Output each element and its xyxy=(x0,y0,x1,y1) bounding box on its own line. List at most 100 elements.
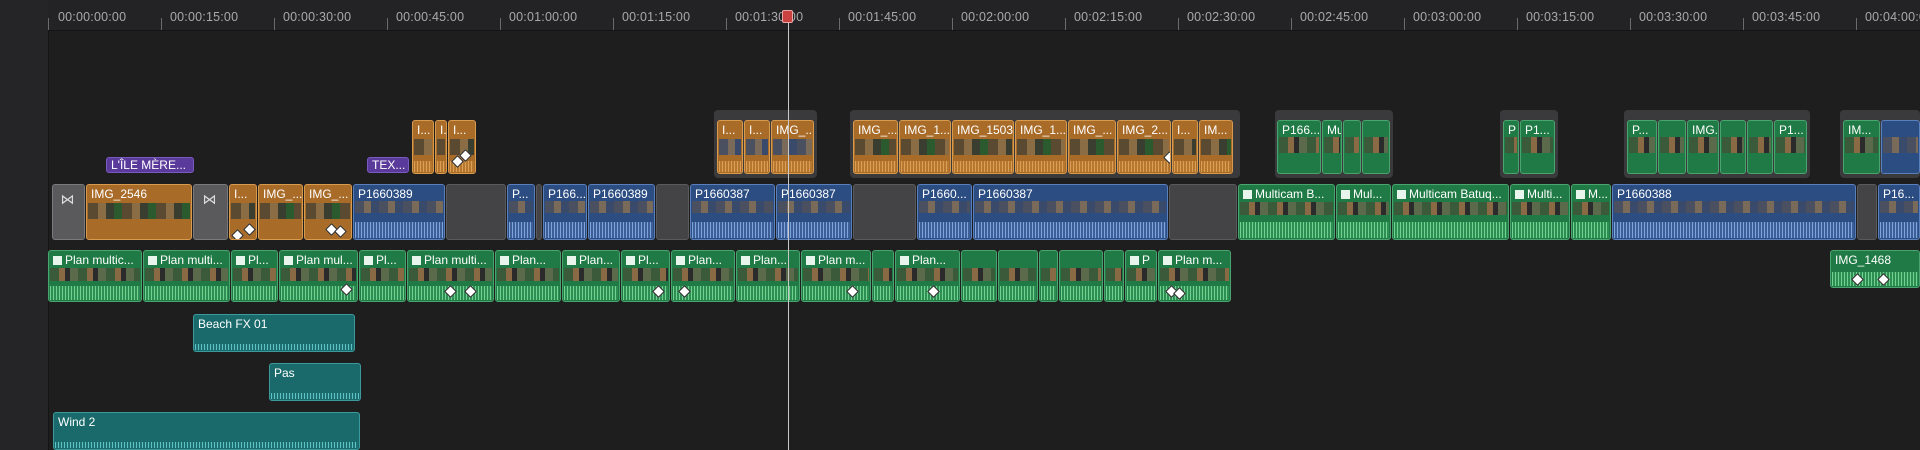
connected-audio-clip[interactable]: Pl... xyxy=(621,250,670,302)
multicam-icon xyxy=(741,256,750,265)
title-clip[interactable]: TEX... xyxy=(367,157,409,173)
connected-audio-clip[interactable]: Plan mul... xyxy=(279,250,358,302)
connected-clip[interactable]: I... xyxy=(744,120,770,174)
connected-audio-clip[interactable]: Plan... xyxy=(671,250,735,302)
clip-label: IMG_... xyxy=(858,123,898,137)
connected-clip[interactable]: IMG... xyxy=(1687,120,1719,174)
connected-audio-clip[interactable] xyxy=(1104,250,1124,302)
playhead-handle[interactable] xyxy=(782,10,793,23)
connected-clip[interactable]: I... xyxy=(1172,120,1198,174)
connected-clip[interactable]: P1... xyxy=(1774,120,1807,174)
connected-clip[interactable]: IMG_1503 xyxy=(952,120,1014,174)
connected-audio-clip[interactable] xyxy=(961,250,997,302)
connected-audio-clip[interactable]: Pl... xyxy=(231,250,278,302)
transition[interactable]: ⋈ xyxy=(52,184,85,240)
gap-clip[interactable] xyxy=(536,184,542,240)
ruler-label: 00:01:15:00 xyxy=(622,10,691,24)
transition-icon: ⋈ xyxy=(202,191,217,207)
sound-effect-clip[interactable]: Beach FX 01 xyxy=(193,314,355,352)
connected-clip[interactable] xyxy=(1720,120,1746,174)
transition[interactable]: ⋈ xyxy=(193,184,228,240)
storyline-clip[interactable]: P1660389 xyxy=(353,184,445,240)
connected-clip[interactable] xyxy=(1658,120,1686,174)
storyline-clip[interactable]: IMG_2546 xyxy=(86,184,192,240)
multicam-clip[interactable]: M... xyxy=(1571,184,1611,240)
connected-audio-clip[interactable]: Plan m... xyxy=(801,250,871,302)
sound-effect-clip[interactable]: Pas xyxy=(269,363,361,401)
storyline-clip[interactable]: IMG_... xyxy=(304,184,352,240)
sound-effect-clip[interactable]: Wind 2 xyxy=(53,412,360,450)
connected-clip[interactable]: P xyxy=(1503,120,1519,174)
connected-audio-clip[interactable]: Plan multic... xyxy=(48,250,142,302)
connected-audio-clip[interactable] xyxy=(872,250,894,302)
connected-clip[interactable]: P... xyxy=(1627,120,1657,174)
clip-label-text: Plan multi... xyxy=(160,253,223,267)
ruler-tick xyxy=(726,18,727,30)
audio-waveform xyxy=(738,286,798,300)
gap-clip[interactable] xyxy=(853,184,916,240)
connected-audio-clip[interactable] xyxy=(998,250,1038,302)
storyline-clip[interactable]: P1660389 xyxy=(588,184,655,240)
keyframe[interactable] xyxy=(231,229,244,239)
connected-clip[interactable]: P1... xyxy=(1520,120,1555,174)
connected-clip[interactable]: IM... xyxy=(1199,120,1233,174)
connected-audio-clip[interactable]: Plan... xyxy=(495,250,561,302)
storyline-clip[interactable]: P166... xyxy=(543,184,587,240)
clip-label: IMG_2... xyxy=(1122,123,1169,137)
connected-clip[interactable]: Mul... xyxy=(1322,120,1342,174)
gap-clip[interactable] xyxy=(1169,184,1237,240)
connected-clip[interactable]: P166... xyxy=(1277,120,1321,174)
connected-audio-clip[interactable]: P xyxy=(1125,250,1157,302)
storyline-clip[interactable]: P1660... xyxy=(917,184,972,240)
audio-waveform xyxy=(746,161,768,172)
audio-waveform xyxy=(545,222,585,238)
multicam-clip[interactable]: Multicam B... xyxy=(1238,184,1335,240)
connected-clip[interactable]: IMG_2... xyxy=(1117,120,1171,174)
connected-clip[interactable] xyxy=(1881,120,1920,174)
storyline-clip[interactable]: P1660388 xyxy=(1612,184,1856,240)
connected-audio-clip[interactable]: Plan multi... xyxy=(407,250,494,302)
connected-clip[interactable]: IMG_... xyxy=(771,120,814,174)
connected-audio-clip[interactable]: Plan... xyxy=(562,250,620,302)
connected-clip[interactable] xyxy=(1747,120,1773,174)
connected-clip[interactable]: I... xyxy=(448,120,476,174)
connected-clip[interactable]: I... xyxy=(435,120,447,174)
title-clip[interactable]: L'ÎLE MÈRE... xyxy=(106,157,194,173)
connected-audio-clip[interactable]: Plan m... xyxy=(1158,250,1231,302)
playhead-line[interactable] xyxy=(788,12,789,450)
timecode-ruler[interactable]: 00:00:00:00 00:00:15:00 00:00:30:00 00:0… xyxy=(48,0,1920,31)
connected-clip[interactable]: IMG_... xyxy=(1068,120,1116,174)
connected-clip[interactable]: IMG_1... xyxy=(1015,120,1067,174)
clip-label: Pl... xyxy=(626,253,659,267)
timeline[interactable]: 00:00:00:00 00:00:15:00 00:00:30:00 00:0… xyxy=(0,0,1920,450)
connected-audio-clip[interactable]: Plan... xyxy=(736,250,800,302)
multicam-clip[interactable]: Multicam Batuq... xyxy=(1392,184,1509,240)
connected-audio-clip[interactable]: Pl... xyxy=(359,250,406,302)
connected-clip[interactable] xyxy=(1343,120,1361,174)
connected-clip[interactable]: I... xyxy=(412,120,434,174)
connected-audio-clip[interactable]: IMG_1468 xyxy=(1830,250,1920,288)
connected-audio-clip[interactable]: Plan multi... xyxy=(143,250,230,302)
connected-audio-clip[interactable] xyxy=(1059,250,1103,302)
clip-label: P1660387 xyxy=(781,187,836,201)
multicam-clip[interactable]: Mul... xyxy=(1336,184,1391,240)
connected-clip[interactable]: I... xyxy=(717,120,743,174)
ruler-label: 00:03:00:00 xyxy=(1413,10,1482,24)
connected-clip[interactable]: IMG_1... xyxy=(899,120,951,174)
gap-clip[interactable] xyxy=(446,184,506,240)
storyline-clip[interactable]: P1660387 xyxy=(690,184,775,240)
connected-audio-clip[interactable] xyxy=(1039,250,1058,302)
connected-clip[interactable]: IMG_... xyxy=(853,120,898,174)
storyline-clip[interactable]: IMG_... xyxy=(258,184,303,240)
gap-clip[interactable] xyxy=(1857,184,1877,240)
connected-clip[interactable]: IM... xyxy=(1843,120,1880,174)
connected-clip[interactable] xyxy=(1362,120,1390,174)
connected-audio-clip[interactable]: Plan... xyxy=(895,250,960,302)
storyline-clip[interactable]: P... xyxy=(507,184,535,240)
storyline-clip[interactable]: P1660387 xyxy=(973,184,1168,240)
keyframe[interactable] xyxy=(243,223,256,236)
gap-clip[interactable] xyxy=(656,184,689,240)
storyline-clip[interactable]: P16... xyxy=(1878,184,1920,240)
multicam-clip[interactable]: Multi... xyxy=(1510,184,1570,240)
storyline-clip[interactable]: I... xyxy=(229,184,257,240)
